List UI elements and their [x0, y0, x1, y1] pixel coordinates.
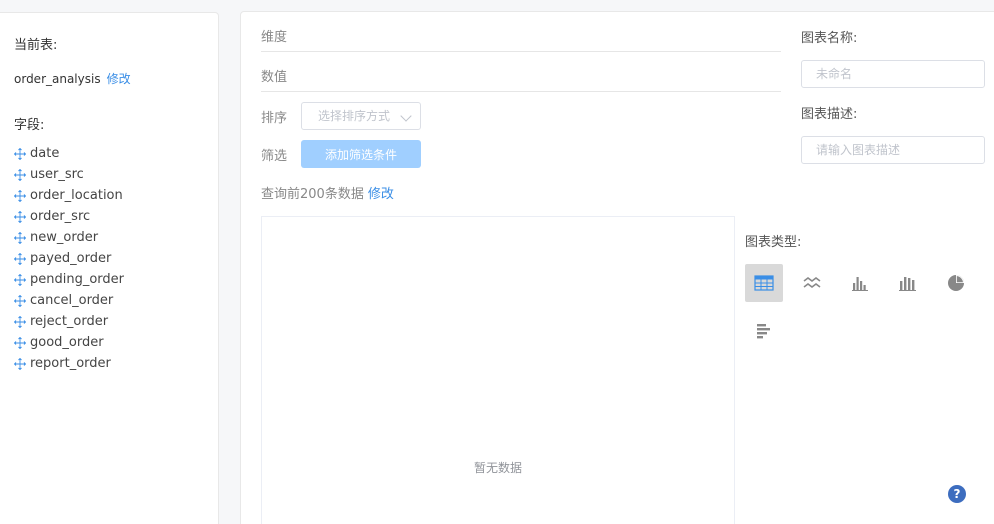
- move-icon: [14, 168, 26, 181]
- help-button[interactable]: ?: [948, 485, 966, 503]
- chart-type-column[interactable]: [889, 264, 927, 302]
- query-limit-row: 查询前200条数据 修改: [261, 183, 394, 202]
- field-sidebar: 当前表: order_analysis 修改 字段: date user_src…: [0, 12, 219, 524]
- result-preview: 暂无数据: [261, 216, 735, 524]
- add-filter-button[interactable]: 添加筛选条件: [301, 140, 421, 168]
- chart-type-horizontal-bar[interactable]: [745, 312, 783, 350]
- chart-desc-input[interactable]: [801, 136, 985, 164]
- value-label: 数值: [261, 70, 288, 85]
- chart-editor: 维度 数值 排序 选择排序方式 筛选 添加筛选条件 查询前200条数据 修改 暂…: [240, 11, 994, 524]
- field-name: order_location: [30, 188, 123, 203]
- chevron-down-icon: [400, 110, 412, 122]
- field-name: reject_order: [30, 314, 109, 329]
- chart-type-line[interactable]: [793, 264, 831, 302]
- sort-select[interactable]: 选择排序方式: [301, 102, 421, 130]
- move-icon: [14, 315, 26, 328]
- sort-label: 排序: [261, 111, 288, 126]
- field-item-order-location[interactable]: order_location: [14, 185, 124, 206]
- column-chart-icon: [899, 277, 916, 291]
- field-name: order_src: [30, 209, 91, 224]
- field-item-payed-order[interactable]: payed_order: [14, 248, 124, 269]
- field-item-reject-order[interactable]: reject_order: [14, 311, 124, 332]
- chart-type-table[interactable]: [745, 264, 783, 302]
- sort-placeholder: 选择排序方式: [318, 109, 391, 123]
- field-item-new-order[interactable]: new_order: [14, 227, 124, 248]
- bar-chart-icon: [852, 277, 868, 291]
- field-name: pending_order: [30, 272, 125, 287]
- line-chart-icon: [803, 277, 821, 288]
- field-name: new_order: [30, 230, 99, 245]
- chart-name-input[interactable]: [801, 60, 985, 88]
- fields-label: 字段:: [14, 118, 45, 133]
- chart-type-pie[interactable]: [937, 264, 975, 302]
- horizontal-bar-chart-icon: [757, 324, 770, 339]
- field-name: payed_order: [30, 251, 112, 266]
- field-item-date[interactable]: date: [14, 143, 124, 164]
- field-list: date user_src order_location order_src n…: [14, 143, 124, 374]
- edit-query-limit-link[interactable]: 修改: [368, 183, 394, 202]
- pie-chart-icon: [948, 275, 964, 291]
- chart-type-bar[interactable]: [841, 264, 879, 302]
- move-icon: [14, 189, 26, 202]
- chart-type-picker: [745, 264, 985, 360]
- filter-label: 筛选: [261, 149, 288, 164]
- field-name: user_src: [30, 167, 84, 182]
- table-icon: [754, 275, 774, 291]
- move-icon: [14, 357, 26, 370]
- move-icon: [14, 294, 26, 307]
- edit-table-link[interactable]: 修改: [107, 70, 131, 87]
- field-item-user-src[interactable]: user_src: [14, 164, 124, 185]
- move-icon: [14, 147, 26, 160]
- field-item-pending-order[interactable]: pending_order: [14, 269, 124, 290]
- move-icon: [14, 273, 26, 286]
- value-drop-zone[interactable]: 数值: [261, 66, 781, 92]
- move-icon: [14, 252, 26, 265]
- field-name: report_order: [30, 356, 111, 371]
- chart-name-label: 图表名称:: [801, 31, 858, 46]
- field-item-order-src[interactable]: order_src: [14, 206, 124, 227]
- current-table-row: order_analysis 修改: [14, 70, 131, 87]
- field-name: cancel_order: [30, 293, 114, 308]
- field-name: good_order: [30, 335, 104, 350]
- dimension-label: 维度: [261, 30, 288, 45]
- chart-desc-label: 图表描述:: [801, 107, 858, 122]
- field-item-cancel-order[interactable]: cancel_order: [14, 290, 124, 311]
- table-name: order_analysis: [14, 71, 101, 86]
- field-name: date: [30, 146, 60, 161]
- chart-type-label: 图表类型:: [745, 235, 802, 250]
- move-icon: [14, 336, 26, 349]
- query-limit-text: 查询前200条数据: [261, 187, 364, 202]
- current-table-label: 当前表:: [14, 38, 58, 53]
- dimension-drop-zone[interactable]: 维度: [261, 26, 781, 52]
- field-item-report-order[interactable]: report_order: [14, 353, 124, 374]
- empty-text: 暂无数据: [473, 461, 522, 475]
- move-icon: [14, 210, 26, 223]
- field-item-good-order[interactable]: good_order: [14, 332, 124, 353]
- move-icon: [14, 231, 26, 244]
